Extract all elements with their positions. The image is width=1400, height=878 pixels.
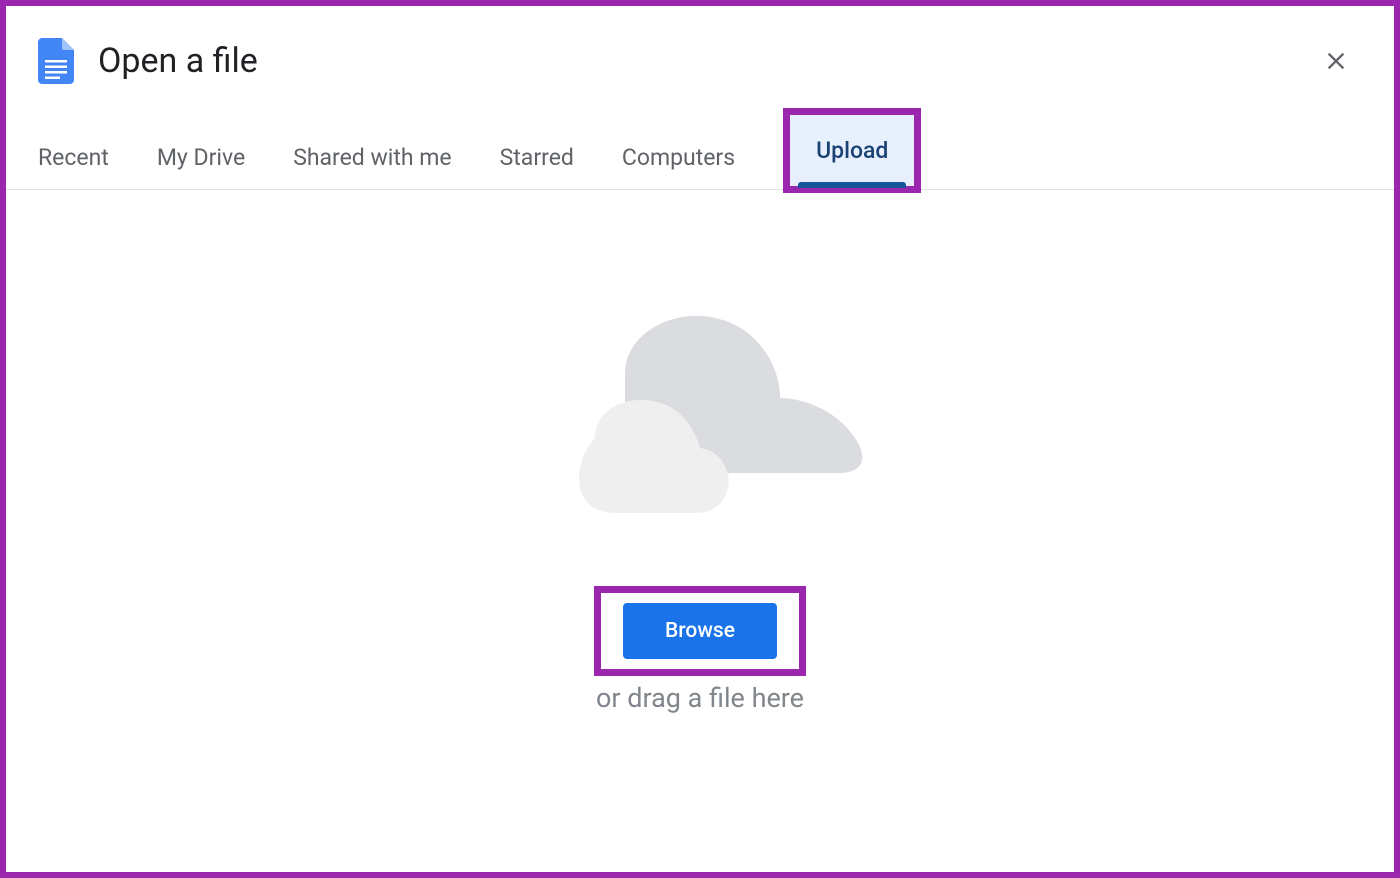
docs-icon [38, 38, 74, 84]
drag-hint-text: or drag a file here [596, 682, 804, 714]
dialog-header: Open a file [6, 6, 1394, 108]
tab-upload[interactable]: Upload [790, 115, 914, 186]
tabs-bar: Recent My Drive Shared with me Starred C… [6, 108, 1394, 190]
tab-starred[interactable]: Starred [500, 126, 574, 189]
tab-computers[interactable]: Computers [622, 126, 735, 189]
tab-shared-with-me[interactable]: Shared with me [293, 126, 451, 189]
open-file-dialog: Open a file Recent My Drive Shared with … [0, 0, 1400, 878]
dialog-title: Open a file [98, 41, 1322, 81]
upload-panel: Browse or drag a file here [6, 190, 1394, 872]
tab-my-drive[interactable]: My Drive [157, 126, 245, 189]
close-icon[interactable] [1322, 47, 1350, 75]
cloud-icon [500, 308, 900, 538]
highlight-annotation-upload-tab: Upload [783, 108, 921, 193]
highlight-annotation-browse: Browse [594, 586, 806, 676]
browse-button[interactable]: Browse [623, 603, 777, 659]
tab-recent[interactable]: Recent [38, 126, 109, 189]
